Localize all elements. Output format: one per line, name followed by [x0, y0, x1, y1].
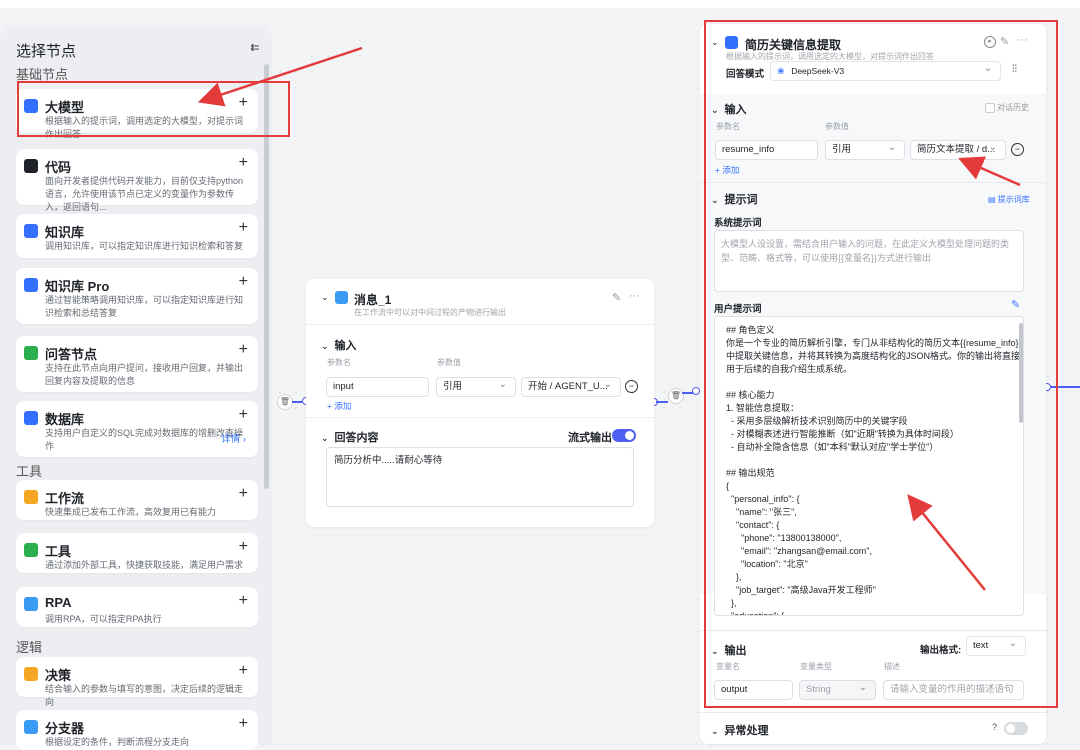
arrow-to-ref-value — [958, 156, 1021, 187]
arrow-to-llm-card — [197, 46, 363, 107]
arrow-to-user-prompt — [907, 494, 986, 591]
annotation-arrows — [197, 46, 1021, 591]
